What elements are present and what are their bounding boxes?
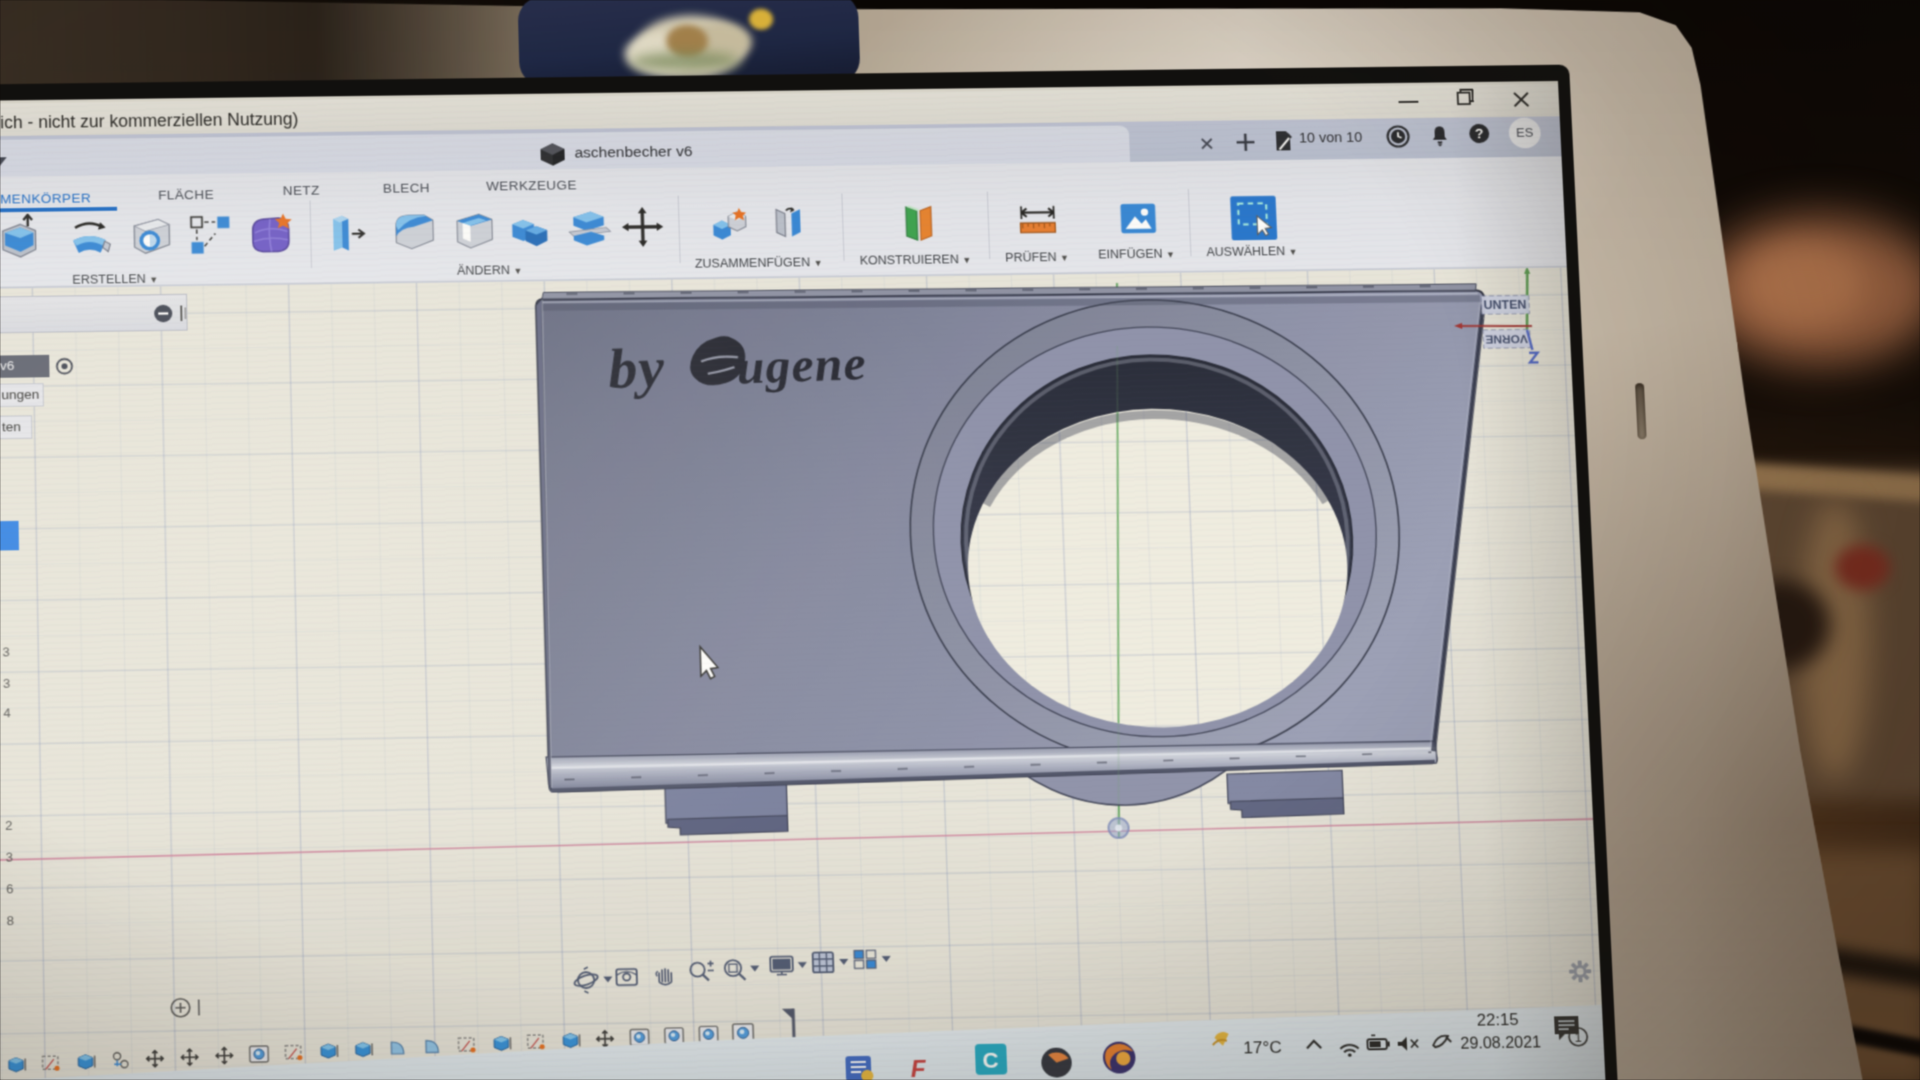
svg-text:C: C [982,1047,999,1073]
svg-text:22:15: 22:15 [1477,1011,1519,1030]
svg-text:?: ? [1475,127,1484,142]
svg-text:29.08.2021: 29.08.2021 [1460,1034,1541,1053]
svg-text:1: 1 [1574,1031,1582,1045]
svg-text:VORNE: VORNE [1485,332,1528,345]
svg-text:by: by [607,337,667,401]
svg-text:17°C: 17°C [1243,1038,1282,1058]
svg-text:ugene: ugene [735,336,868,395]
svg-text:F: F [910,1056,926,1080]
svg-text:UNTEN: UNTEN [1483,298,1527,312]
